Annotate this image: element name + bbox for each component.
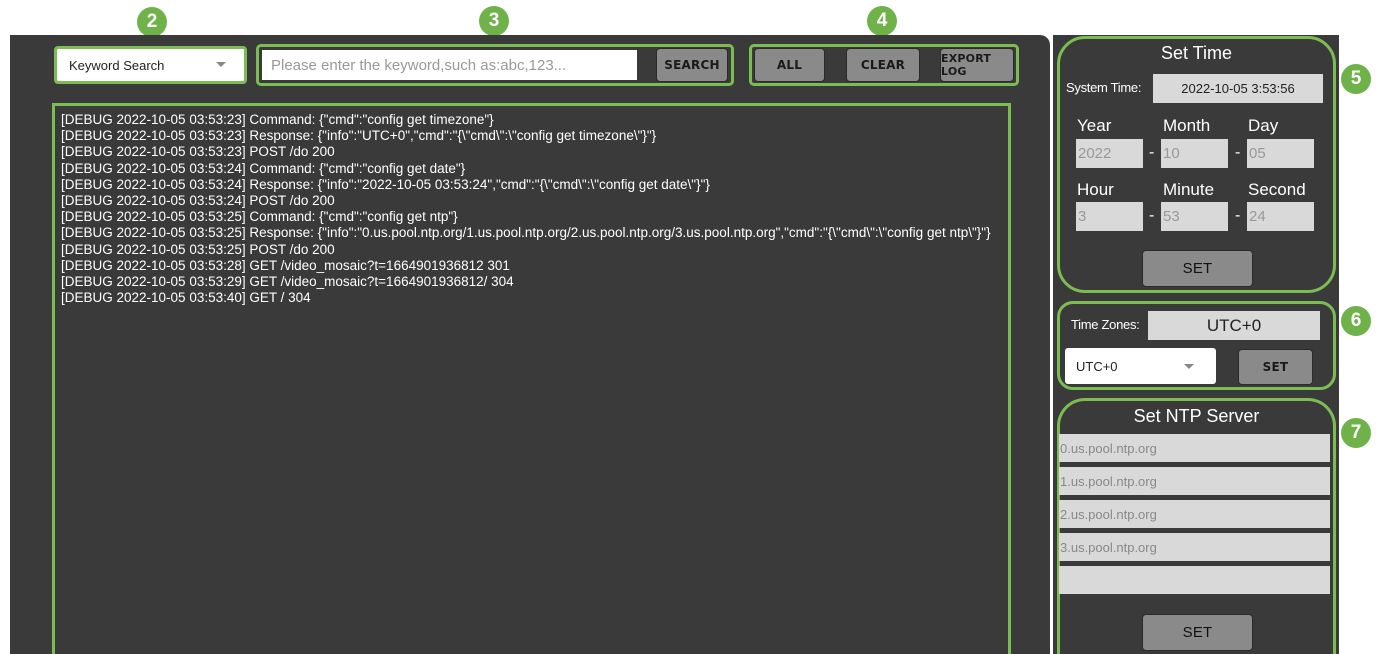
date-separator: - <box>1149 144 1155 161</box>
search-input[interactable] <box>262 50 637 80</box>
ntp-server-field[interactable]: 0.us.pool.ntp.org <box>1059 434 1330 462</box>
chevron-down-icon <box>216 62 226 67</box>
log-line: [DEBUG 2022-10-05 03:53:24] POST /do 200 <box>61 193 335 209</box>
set-time-zone-button[interactable]: SET <box>1238 349 1313 385</box>
year-field[interactable]: 2022 <box>1076 139 1143 168</box>
second-label: Second <box>1248 180 1306 199</box>
all-button[interactable]: ALL <box>754 48 825 82</box>
day-label: Day <box>1248 116 1279 135</box>
day-field[interactable]: 05 <box>1247 139 1314 168</box>
callout-badge-4: 4 <box>867 6 897 36</box>
hour-label: Hour <box>1077 180 1114 199</box>
minute-label: Minute <box>1163 180 1215 199</box>
chevron-down-icon <box>1184 364 1194 369</box>
callout-badge-5: 5 <box>1341 64 1371 94</box>
time-zone-value: UTC+0 <box>1148 311 1320 340</box>
log-line: [DEBUG 2022-10-05 03:53:24] Command: {"c… <box>61 160 466 176</box>
log-line: [DEBUG 2022-10-05 03:53:23] Response: {"… <box>61 128 657 144</box>
log-line: [DEBUG 2022-10-05 03:53:24] Response: {"… <box>61 176 710 192</box>
ntp-server-field[interactable]: 3.us.pool.ntp.org <box>1059 533 1330 561</box>
time-zone-select[interactable]: UTC+0 <box>1065 348 1216 384</box>
set-time-button[interactable]: SET <box>1142 250 1253 287</box>
month-label: Month <box>1163 116 1211 135</box>
log-line: [DEBUG 2022-10-05 03:53:29] GET /video_m… <box>61 274 514 290</box>
log-line: [DEBUG 2022-10-05 03:53:23] POST /do 200 <box>61 144 335 160</box>
hour-field[interactable]: 3 <box>1076 202 1143 231</box>
log-line: [DEBUG 2022-10-05 03:53:25] POST /do 200 <box>61 241 335 257</box>
system-time-label: System Time: <box>1066 80 1142 95</box>
time-zone-label: Time Zones: <box>1071 317 1140 332</box>
export-log-button[interactable]: EXPORT LOG <box>940 48 1014 82</box>
log-line: [DEBUG 2022-10-05 03:53:23] Command: {"c… <box>61 112 494 127</box>
callout-badge-7: 7 <box>1341 418 1371 448</box>
second-field[interactable]: 24 <box>1247 202 1314 231</box>
callout-badge-3: 3 <box>479 6 509 36</box>
callout-badge-6: 6 <box>1341 306 1371 336</box>
log-line: [DEBUG 2022-10-05 03:53:40] GET / 304 <box>61 290 311 306</box>
system-time-value: 2022-10-05 3:53:56 <box>1153 74 1323 103</box>
set-ntp-button[interactable]: SET <box>1142 614 1253 651</box>
time-separator: - <box>1235 207 1241 224</box>
log-output[interactable]: [DEBUG 2022-10-05 03:53:23] Command: {"c… <box>52 103 1011 654</box>
search-mode-value: Keyword Search <box>69 57 165 73</box>
log-line: [DEBUG 2022-10-05 03:53:28] GET /video_m… <box>61 257 510 273</box>
ntp-title: Set NTP Server <box>1133 406 1260 426</box>
callout-badge-2: 2 <box>137 7 167 37</box>
log-time-settings-screen: 2 3 4 1 5 6 7 Keyword Search SEARCH ALL … <box>0 0 1380 654</box>
ntp-server-field[interactable]: 2.us.pool.ntp.org <box>1059 500 1330 528</box>
search-mode-select[interactable]: Keyword Search <box>54 46 247 84</box>
minute-field[interactable]: 53 <box>1161 202 1228 231</box>
set-time-title: Set Time <box>1160 43 1233 63</box>
clear-button[interactable]: CLEAR <box>846 48 920 82</box>
date-separator: - <box>1235 144 1241 161</box>
log-line: [DEBUG 2022-10-05 03:53:25] Response: {"… <box>61 225 991 241</box>
year-label: Year <box>1077 116 1112 135</box>
ntp-server-field[interactable] <box>1059 566 1330 594</box>
search-button[interactable]: SEARCH <box>656 48 728 82</box>
log-line: [DEBUG 2022-10-05 03:53:25] Command: {"c… <box>61 209 458 225</box>
month-field[interactable]: 10 <box>1161 139 1228 168</box>
ntp-server-field[interactable]: 1.us.pool.ntp.org <box>1059 467 1330 495</box>
time-separator: - <box>1149 207 1155 224</box>
time-zone-selected: UTC+0 <box>1076 358 1118 374</box>
